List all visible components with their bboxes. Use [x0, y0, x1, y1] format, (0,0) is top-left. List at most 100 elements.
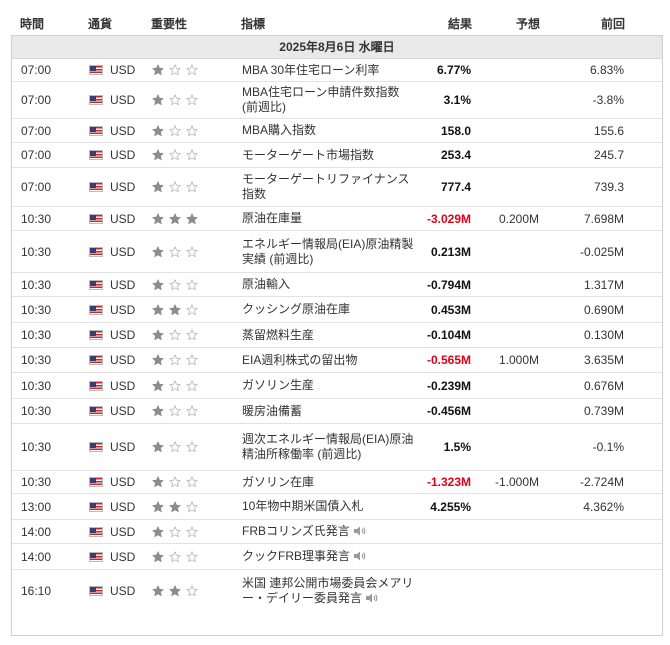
star-icon	[169, 329, 181, 341]
table-row[interactable]: 07:00 USD MBA購入指数 158.0 155.6	[12, 119, 662, 143]
event-name-cell[interactable]: ガソリン生産	[242, 373, 417, 398]
col-header-previous[interactable]: 前回	[601, 15, 625, 32]
event-name[interactable]: 暖房油備蓄	[242, 404, 302, 418]
event-previous: 4.362%	[583, 499, 624, 514]
event-name-cell[interactable]: クックFRB理事発言	[242, 544, 417, 569]
star-icon	[186, 500, 198, 512]
event-previous: 739.3	[593, 180, 624, 194]
event-name[interactable]: FRBコリンズ氏発言	[242, 524, 350, 538]
col-header-indicator[interactable]: 指標	[241, 15, 265, 32]
event-name-cell[interactable]: 10年物中期米国債入札	[242, 494, 417, 519]
table-row[interactable]: 10:30 USD 週次エネルギー情報局(EIA)原油精油所稼働率 (前週比) …	[12, 424, 662, 471]
event-name-cell[interactable]: 週次エネルギー情報局(EIA)原油精油所稼働率 (前週比)	[242, 424, 417, 470]
table-row[interactable]: 10:30 USD 蒸留燃料生産 -0.104M 0.130M	[12, 323, 662, 348]
event-actual: -0.239M	[426, 378, 471, 393]
table-row[interactable]: 10:30 USD 暖房油備蓄 -0.456M 0.739M	[12, 399, 662, 424]
table-row[interactable]: 10:30 USD 原油在庫量 -3.029M 0.200M 7.698M	[12, 207, 662, 231]
star-icon	[152, 379, 164, 391]
table-row[interactable]: 14:00 USD FRBコリンズ氏発言	[12, 520, 662, 544]
event-name-cell[interactable]: MBA住宅ローン申請件数指数 (前週比)	[242, 82, 417, 118]
event-name[interactable]: MBA住宅ローン申請件数指数 (前週比)	[242, 85, 399, 114]
event-time: 07:00	[21, 180, 52, 194]
star-icon	[186, 585, 198, 597]
event-currency: USD	[110, 440, 136, 454]
importance-stars	[152, 119, 203, 142]
star-icon	[186, 405, 198, 417]
event-name-cell[interactable]: MBA購入指数	[242, 119, 417, 142]
event-name[interactable]: 蒸留燃料生産	[242, 328, 314, 342]
table-row[interactable]: 07:00 USD MBA 30年住宅ローン利率 6.77% 6.83%	[12, 59, 662, 82]
importance-stars	[152, 424, 203, 470]
event-name[interactable]: 米国 連邦公開市場委員会メアリー・デイリー委員発言	[242, 576, 413, 605]
table-row[interactable]: 07:00 USD モーターゲート市場指数 253.4 245.7	[12, 143, 662, 168]
table-row[interactable]: 10:30 USD EIA週利株式の留出物 -0.565M 1.000M 3.6…	[12, 348, 662, 373]
table-row[interactable]: 14:00 USD クックFRB理事発言	[12, 544, 662, 570]
star-icon	[152, 149, 164, 161]
table-row[interactable]: 10:30 USD エネルギー情報局(EIA)原油精製実績 (前週比) 0.21…	[12, 231, 662, 273]
event-name[interactable]: EIA週利株式の留出物	[242, 353, 357, 367]
importance-stars	[152, 471, 203, 493]
event-name[interactable]: クックFRB理事発言	[242, 549, 350, 563]
event-name[interactable]: 週次エネルギー情報局(EIA)原油精油所稼働率 (前週比)	[242, 432, 413, 461]
event-name[interactable]: クッシング原油在庫	[242, 302, 350, 316]
event-name-cell[interactable]: ガソリン在庫	[242, 471, 417, 493]
event-previous: -0.025M	[579, 244, 624, 259]
star-icon	[152, 329, 164, 341]
event-name-cell[interactable]: モーターゲートリファイナンス指数	[242, 168, 417, 206]
event-name-cell[interactable]: 蒸留燃料生産	[242, 323, 417, 347]
table-row[interactable]: 10:30 USD 原油輸入 -0.794M 1.317M	[12, 273, 662, 297]
table-row[interactable]: 16:10 USD 米国 連邦公開市場委員会メアリー・デイリー委員発言	[12, 570, 662, 612]
speaker-icon	[354, 551, 366, 561]
event-name[interactable]: MBA 30年住宅ローン利率	[242, 63, 379, 77]
star-icon	[152, 303, 164, 315]
star-icon	[186, 476, 198, 488]
star-icon	[186, 181, 198, 193]
event-name-cell[interactable]: FRBコリンズ氏発言	[242, 520, 417, 543]
star-icon	[152, 550, 164, 562]
event-name[interactable]: モーターゲート市場指数	[242, 148, 374, 162]
event-name-cell[interactable]: 暖房油備蓄	[242, 399, 417, 423]
col-header-actual[interactable]: 結果	[448, 15, 472, 32]
event-name[interactable]: ガソリン在庫	[242, 475, 314, 489]
table-row[interactable]: 07:00 USD MBA住宅ローン申請件数指数 (前週比) 3.1% -3.8…	[12, 82, 662, 119]
us-flag-icon	[89, 150, 103, 160]
event-name[interactable]: エネルギー情報局(EIA)原油精製実績 (前週比)	[242, 237, 413, 266]
table-row[interactable]: 10:30 USD クッシング原油在庫 0.453M 0.690M	[12, 297, 662, 323]
event-actual: 253.4	[440, 148, 471, 162]
event-currency: USD	[110, 499, 136, 514]
event-previous: -3.8%	[592, 93, 624, 107]
event-currency: USD	[110, 148, 136, 162]
event-actual: 777.4	[440, 180, 471, 194]
event-actual: -1.323M	[426, 475, 471, 489]
event-name[interactable]: ガソリン生産	[242, 378, 314, 392]
star-icon	[186, 329, 198, 341]
us-flag-icon	[89, 477, 103, 487]
table-row[interactable]: 13:00 USD 10年物中期米国債入札 4.255% 4.362%	[12, 494, 662, 520]
event-name-cell[interactable]: MBA 30年住宅ローン利率	[242, 59, 417, 81]
event-name[interactable]: モーターゲートリファイナンス指数	[242, 172, 410, 201]
event-name-cell[interactable]: 原油在庫量	[242, 207, 417, 230]
event-name[interactable]: 10年物中期米国債入札	[242, 499, 363, 513]
event-name-cell[interactable]: 原油輸入	[242, 273, 417, 296]
col-header-time[interactable]: 時間	[20, 15, 44, 32]
importance-stars	[152, 82, 203, 118]
table-row[interactable]: 10:30 USD ガソリン在庫 -1.323M -1.000M -2.724M	[12, 471, 662, 494]
star-icon	[169, 303, 181, 315]
event-name-cell[interactable]: モーターゲート市場指数	[242, 143, 417, 167]
event-name-cell[interactable]: クッシング原油在庫	[242, 297, 417, 322]
event-name-cell[interactable]: エネルギー情報局(EIA)原油精製実績 (前週比)	[242, 231, 417, 272]
table-row[interactable]: 10:30 USD ガソリン生産 -0.239M 0.676M	[12, 373, 662, 399]
event-currency: USD	[110, 584, 136, 598]
col-header-currency[interactable]: 通貨	[88, 15, 112, 32]
event-name[interactable]: MBA購入指数	[242, 123, 316, 137]
importance-stars	[152, 323, 203, 347]
event-previous: 155.6	[593, 123, 624, 138]
col-header-forecast[interactable]: 予想	[516, 15, 540, 32]
event-name[interactable]: 原油在庫量	[242, 211, 302, 225]
importance-stars	[152, 399, 203, 423]
event-name-cell[interactable]: 米国 連邦公開市場委員会メアリー・デイリー委員発言	[242, 570, 417, 612]
table-row[interactable]: 07:00 USD モーターゲートリファイナンス指数 777.4 739.3	[12, 168, 662, 207]
col-header-importance[interactable]: 重要性	[151, 15, 187, 32]
event-name-cell[interactable]: EIA週利株式の留出物	[242, 348, 417, 372]
event-name[interactable]: 原油輸入	[242, 277, 290, 291]
